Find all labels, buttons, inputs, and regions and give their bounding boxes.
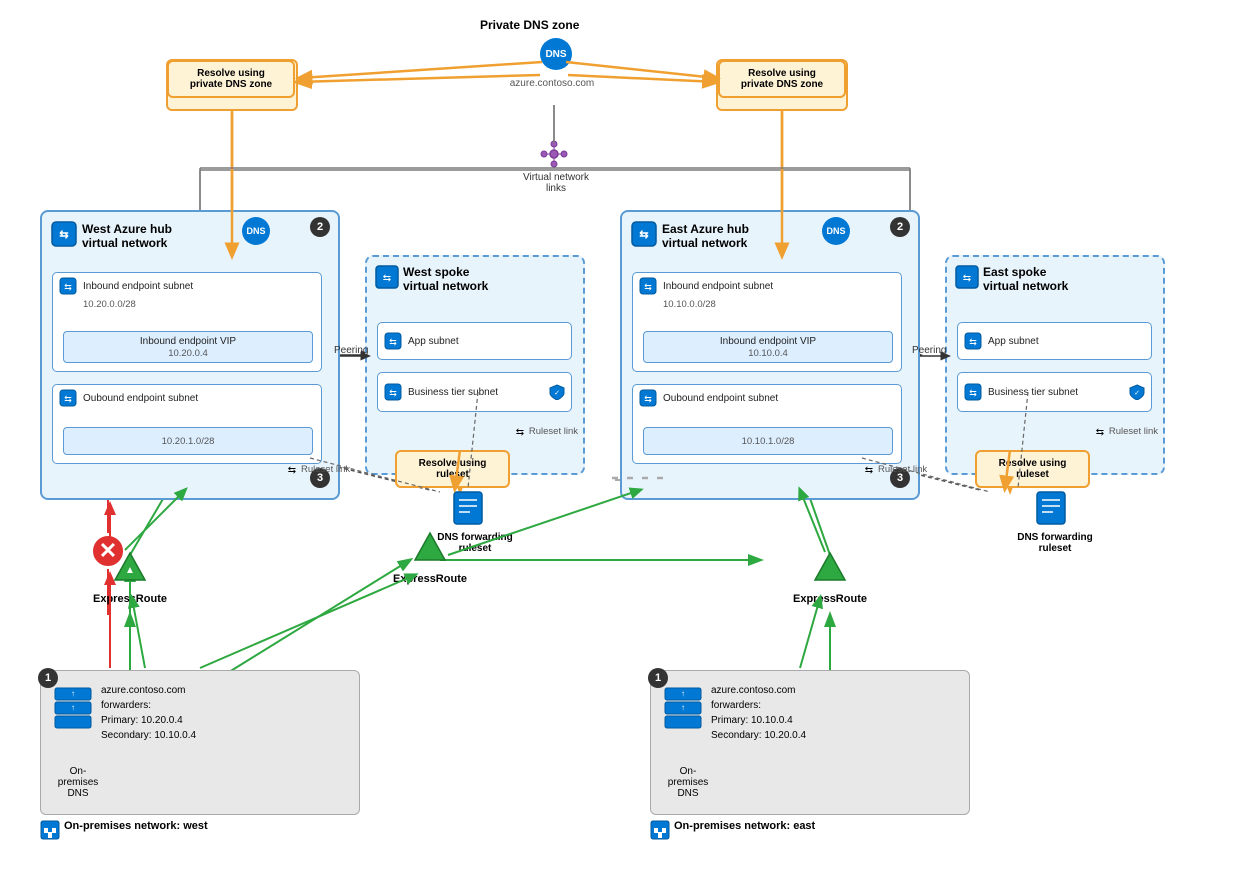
east-peering-label: Peering [912, 345, 946, 356]
west-spoke-title: West spoke virtual network [403, 265, 563, 293]
west-hub-vnet: ⇆ West Azure hub virtual network DNS 2 ⇆… [40, 210, 340, 500]
center-expressroute: ExpressRoute [400, 530, 460, 581]
west-spoke-vnet: ⇆ West spoke virtual network ⇆ App subne… [365, 255, 585, 475]
east-dns-fwd-label: DNS forwarding ruleset [1005, 532, 1105, 554]
east-hub-inbound-vip: Inbound endpoint VIP 10.10.0.4 [643, 331, 893, 363]
svg-text:⇆: ⇆ [865, 465, 873, 476]
east-onprem-server-icon: ↑ ↑ [663, 686, 703, 739]
vn-links-label: Virtual network links [516, 172, 596, 194]
svg-text:▲: ▲ [125, 565, 135, 576]
west-spoke-icon: ⇆ [375, 265, 399, 292]
west-onprem-server-icon: ↑ ↑ [53, 686, 93, 739]
svg-text:↑: ↑ [681, 703, 685, 712]
east-onprem-building-icon [650, 820, 670, 843]
west-hub-inbound-subnet: ⇆ Inbound endpoint subnet 10.20.0.0/28 I… [52, 272, 322, 372]
east-spoke-vnet: ⇆ East spoke virtual network ⇆ App subne… [945, 255, 1165, 475]
svg-text:⇆: ⇆ [639, 229, 648, 241]
west-spoke-app-subnet: ⇆ App subnet [377, 322, 572, 360]
west-peering-label: Peering [334, 345, 368, 356]
svg-text:⇆: ⇆ [383, 273, 391, 284]
svg-text:↑: ↑ [71, 689, 75, 698]
svg-text:⇆: ⇆ [969, 337, 977, 347]
east-spoke-biz-subnet: ⇆ Business tier subnet ✓ [957, 372, 1152, 412]
svg-text:⇆: ⇆ [288, 465, 296, 476]
west-onprem-building-icon [40, 820, 60, 843]
svg-text:⇆: ⇆ [64, 282, 72, 292]
east-onprem-badge-1: 1 [648, 668, 668, 688]
east-hub-badge-2: 2 [890, 217, 910, 237]
dns-icon: DNS [540, 38, 572, 70]
west-resolve-ruleset-box: Resolve using ruleset [395, 450, 510, 488]
east-hub-inbound-subnet: ⇆ Inbound endpoint subnet 10.10.0.0/28 I… [632, 272, 902, 372]
west-hub-ruleset-link: ⇆ Ruleset link [285, 462, 350, 476]
east-hub-outbound-ip: 10.10.1.0/28 [643, 427, 893, 455]
east-expressroute: ExpressRoute [800, 550, 860, 601]
svg-text:⇆: ⇆ [59, 229, 68, 241]
east-onprem-dns-label: On-premises DNS [663, 766, 713, 799]
west-onprem-badge-1: 1 [38, 668, 58, 688]
west-hub-badge-2: 2 [310, 217, 330, 237]
east-hub-ruleset-link: ⇆ Ruleset link [862, 462, 927, 476]
east-hub-dns-badge: DNS [822, 217, 850, 245]
east-spoke-icon: ⇆ [955, 265, 979, 292]
west-resolve-private-box: Resolve using private DNS zone [167, 60, 295, 98]
east-spoke-title: East spoke virtual network [983, 265, 1143, 293]
east-onprem-box: ↑ ↑ azure.contoso.com forwarders: Primar… [650, 670, 970, 815]
east-resolve-private-box: Resolve using private DNS zone [718, 60, 846, 98]
svg-text:⇆: ⇆ [389, 337, 397, 347]
svg-text:⇆: ⇆ [644, 394, 652, 404]
svg-text:⇆: ⇆ [1096, 427, 1104, 438]
svg-text:⇆: ⇆ [963, 273, 971, 284]
svg-text:⇆: ⇆ [644, 282, 652, 292]
west-spoke-biz-subnet: ⇆ Business tier subnet ✓ [377, 372, 572, 412]
west-hub-outbound-ip: 10.20.1.0/28 [63, 427, 313, 455]
svg-text:⇆: ⇆ [969, 388, 977, 398]
west-hub-vnet-icon: ⇆ [50, 220, 78, 251]
east-dns-fwd-icon [1035, 490, 1067, 529]
east-hub-outbound-subnet: ⇆ Oubound endpoint subnet 10.10.1.0/28 [632, 384, 902, 464]
dns-domain-label: azure.contoso.com [497, 78, 607, 89]
east-hub-vnet-icon: ⇆ [630, 220, 658, 251]
west-onprem-network-label: On-premises network: west [64, 820, 208, 832]
svg-text:✓: ✓ [1134, 390, 1140, 397]
west-hub-inbound-vip: Inbound endpoint VIP 10.20.0.4 [63, 331, 313, 363]
east-onprem-dns-info: azure.contoso.com forwarders: Primary: 1… [711, 683, 806, 743]
west-onprem-dns-info: azure.contoso.com forwarders: Primary: 1… [101, 683, 196, 743]
vn-links-icon [540, 140, 568, 171]
dns-zone-label: Private DNS zone [480, 18, 579, 32]
diagram-container: Private DNS zone DNS azure.contoso.com V… [0, 0, 1245, 870]
east-spoke-ruleset-link: ⇆ Ruleset link [1093, 424, 1158, 438]
west-spoke-ruleset-link: ⇆ Ruleset link [513, 424, 578, 438]
svg-text:✓: ✓ [554, 390, 560, 397]
east-hub-vnet: ⇆ East Azure hub virtual network DNS 2 ⇆… [620, 210, 920, 500]
east-spoke-shield-icon: ✓ [1129, 384, 1145, 400]
svg-text:↑: ↑ [71, 703, 75, 712]
error-cross-icon: ✕ [90, 533, 126, 569]
west-hub-dns-badge: DNS [242, 217, 270, 245]
svg-text:↑: ↑ [681, 689, 685, 698]
west-dns-fwd-icon [452, 490, 484, 529]
east-resolve-ruleset-box: Resolve using ruleset [975, 450, 1090, 488]
west-onprem-dns-label: On-premises DNS [53, 766, 103, 799]
svg-text:⇆: ⇆ [64, 394, 72, 404]
svg-text:⇆: ⇆ [389, 388, 397, 398]
east-spoke-app-subnet: ⇆ App subnet [957, 322, 1152, 360]
svg-text:⇆: ⇆ [516, 427, 524, 438]
west-onprem-box: ↑ ↑ azure.contoso.com forwarders: Primar… [40, 670, 360, 815]
west-spoke-shield-icon: ✓ [549, 384, 565, 400]
west-hub-outbound-subnet: ⇆ Oubound endpoint subnet 10.20.1.0/28 [52, 384, 322, 464]
east-onprem-network-label: On-premises network: east [674, 820, 815, 832]
